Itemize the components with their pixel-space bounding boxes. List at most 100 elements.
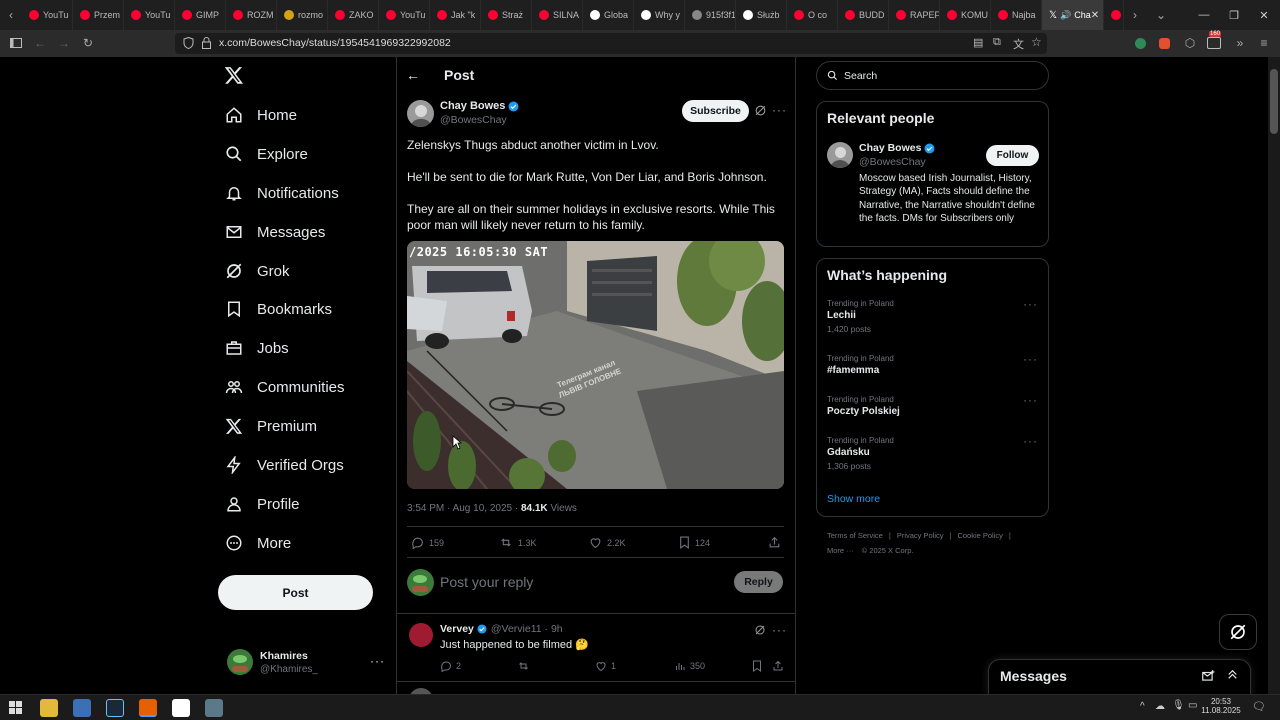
- reply-reply-action[interactable]: 2: [440, 660, 461, 672]
- audio-playing-icon[interactable]: 🔊: [1060, 10, 1071, 21]
- author-handle[interactable]: @BowesChay: [440, 114, 507, 126]
- notification-center-icon[interactable]: 🗨: [1252, 700, 1266, 713]
- sidebar-toggle-icon[interactable]: [8, 35, 24, 51]
- new-message-icon[interactable]: [1201, 669, 1215, 683]
- nav-item-communities[interactable]: Communities: [225, 373, 345, 401]
- nav-item-bookmarks[interactable]: Bookmarks: [225, 295, 332, 323]
- tab-scroll-right-icon[interactable]: ›: [1124, 0, 1146, 30]
- grok-explain-icon[interactable]: [754, 104, 767, 117]
- trend-item[interactable]: Trending in Poland #famemma: [827, 354, 1039, 376]
- terms-link[interactable]: Terms of Service: [827, 531, 883, 540]
- nav-item-more[interactable]: More: [225, 529, 291, 557]
- nav-item-messages[interactable]: Messages: [225, 218, 325, 246]
- extension-fox-icon[interactable]: [1156, 35, 1172, 51]
- reply-more-icon[interactable]: ···: [772, 623, 787, 637]
- nav-item-home[interactable]: Home: [225, 101, 297, 129]
- post-button[interactable]: Post: [218, 575, 373, 610]
- footer-more-link[interactable]: More ···: [827, 546, 854, 555]
- browser-tab[interactable]: KOMU: [940, 0, 991, 30]
- reply-views-action[interactable]: 350: [674, 660, 705, 672]
- browser-tab[interactable]: Why y: [634, 0, 685, 30]
- like-action[interactable]: 2.2K: [589, 536, 626, 549]
- trend-item[interactable]: Trending in Poland Lechii 1,420 posts: [827, 299, 1039, 334]
- onedrive-icon[interactable]: ☁: [1155, 701, 1165, 712]
- post-more-icon[interactable]: ···: [772, 103, 787, 117]
- active-tab[interactable]: 𝕏 🔊 Cha ✕: [1042, 0, 1104, 30]
- reply-input[interactable]: Post your reply: [440, 574, 533, 590]
- author-name[interactable]: Chay Bowes: [440, 100, 505, 112]
- windows-start-icon[interactable]: [9, 701, 22, 714]
- restore-icon[interactable]: ❐: [1218, 0, 1250, 30]
- browser-tab[interactable]: RAPEF: [889, 0, 940, 30]
- monitor-app-icon[interactable]: [73, 699, 91, 717]
- reply-author-handle[interactable]: @Vervie11 · 9h: [491, 623, 563, 635]
- browser-tab[interactable]: BUDD: [838, 0, 889, 30]
- picture-in-picture-icon[interactable]: ⧉: [993, 36, 1001, 49]
- browser-tab[interactable]: Straż: [481, 0, 532, 30]
- menu-hamburger-icon[interactable]: ≡: [1256, 35, 1272, 51]
- reply-like-action[interactable]: 1: [595, 660, 616, 672]
- steam-icon[interactable]: [106, 699, 124, 717]
- bookmark-star-icon[interactable]: ☆: [1031, 35, 1042, 49]
- back-icon[interactable]: ←: [32, 35, 48, 51]
- person-handle[interactable]: @BowesChay: [859, 156, 926, 168]
- page-scrollbar[interactable]: [1268, 57, 1280, 694]
- tray-chevron-icon[interactable]: ^: [1140, 701, 1145, 712]
- nav-item-premium[interactable]: Premium: [225, 412, 317, 440]
- browser-tab[interactable]: O co: [787, 0, 838, 30]
- browser-tab[interactable]: rozmo: [277, 0, 328, 30]
- browser-tab[interactable]: Przem: [73, 0, 124, 30]
- lock-icon[interactable]: [202, 37, 211, 49]
- close-window-icon[interactable]: ✕: [1248, 0, 1280, 30]
- tab-scroll-left-icon[interactable]: ‹: [0, 0, 22, 30]
- bookmark-action[interactable]: 124: [679, 536, 710, 549]
- show-more-link[interactable]: Show more: [827, 493, 880, 505]
- back-arrow-icon[interactable]: ←: [406, 67, 420, 83]
- nav-item-profile[interactable]: Profile: [225, 490, 300, 518]
- nav-item-verified-orgs[interactable]: Verified Orgs: [225, 451, 344, 479]
- reply-author-avatar[interactable]: [409, 623, 433, 647]
- extension-badge-icon[interactable]: 160: [1206, 31, 1222, 51]
- browser-tab[interactable]: ZAKO: [328, 0, 379, 30]
- nav-item-explore[interactable]: Explore: [225, 140, 308, 168]
- browser-tab[interactable]: YouTu: [124, 0, 175, 30]
- share-action[interactable]: [768, 536, 786, 549]
- person-avatar[interactable]: [827, 142, 853, 168]
- reload-icon[interactable]: ↻: [80, 35, 96, 51]
- minimize-icon[interactable]: —: [1188, 0, 1220, 30]
- address-bar[interactable]: x.com/BowesChay/status/19545419693229920…: [175, 33, 1047, 54]
- tray-clock[interactable]: 20:53 11.08.2025: [1200, 697, 1242, 715]
- subscribe-button[interactable]: Subscribe: [682, 100, 749, 122]
- grok-floating-button[interactable]: [1219, 614, 1257, 650]
- reply-bookmark-icon[interactable]: [752, 660, 762, 672]
- network-icon[interactable]: ▭: [1188, 700, 1197, 711]
- trend-item[interactable]: Trending in Poland Gdańsku 1,306 posts: [827, 436, 1039, 471]
- browser-tab[interactable]: GIMP: [175, 0, 226, 30]
- translate-icon[interactable]: 文: [1013, 36, 1024, 52]
- tab-list-dropdown-icon[interactable]: ⌄: [1150, 0, 1172, 30]
- post-timestamp[interactable]: 3:54 PM · Aug 10, 2025 ·: [407, 503, 518, 514]
- cookie-link[interactable]: Cookie Policy: [957, 531, 1002, 540]
- follow-button[interactable]: Follow: [986, 145, 1039, 166]
- reply-action[interactable]: 159: [411, 536, 444, 549]
- notion-icon[interactable]: [172, 699, 190, 717]
- browser-tab[interactable]: SILNA: [532, 0, 583, 30]
- browser-tab[interactable]: Najba: [991, 0, 1042, 30]
- trend-more-icon[interactable]: ···: [1023, 434, 1038, 448]
- account-menu-icon[interactable]: ···: [370, 654, 385, 668]
- browser-tab[interactable]: YouTu: [379, 0, 430, 30]
- scrollbar-thumb[interactable]: [1270, 69, 1278, 134]
- file-explorer-icon[interactable]: [40, 699, 58, 717]
- shield-icon[interactable]: [183, 37, 194, 49]
- reply-share-icon[interactable]: [772, 660, 784, 672]
- person-name-row[interactable]: Chay Bowes: [859, 142, 935, 154]
- nav-item-notifications[interactable]: Notifications: [225, 179, 339, 207]
- nav-item-grok[interactable]: Grok: [225, 257, 290, 285]
- browser-tab[interactable]: Jak "k: [430, 0, 481, 30]
- reader-view-icon[interactable]: ▤: [973, 36, 983, 49]
- person-name[interactable]: Chay Bowes: [859, 142, 921, 154]
- post-video[interactable]: /2025 16:05:30 SAT Телеграм канал ЛЬВІВ …: [407, 241, 784, 489]
- trend-more-icon[interactable]: ···: [1023, 297, 1038, 311]
- close-tab-icon[interactable]: ✕: [1091, 10, 1099, 21]
- browser-tab[interactable]: Globa: [583, 0, 634, 30]
